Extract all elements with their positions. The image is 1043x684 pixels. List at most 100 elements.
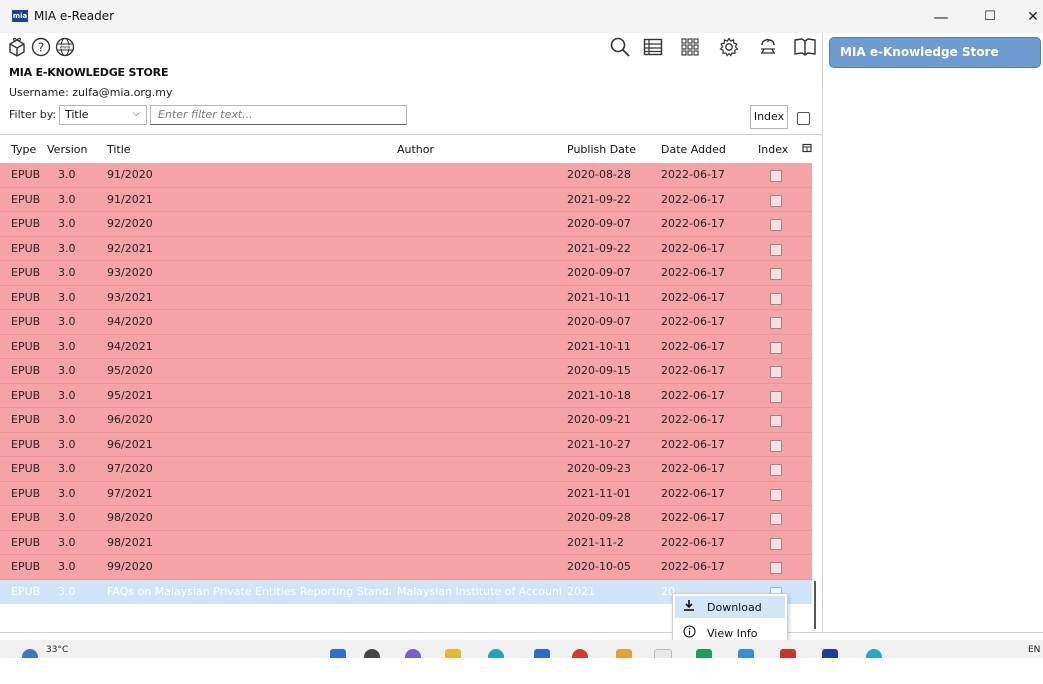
cell-date-added: 2022-06-17: [661, 560, 725, 573]
cell-date-added: 2022-06-17: [661, 437, 725, 451]
index-checkbox[interactable]: [770, 170, 782, 182]
cell-date-added: 2022-06-17: [661, 315, 725, 328]
table-row[interactable]: EPUB 3.0 98/2020 2020-09-28 2022-06-17: [0, 506, 812, 531]
column-header-type[interactable]: Type: [11, 143, 36, 156]
help-circle-icon[interactable]: ?: [30, 36, 52, 58]
table-row[interactable]: EPUB 3.0 94/2020 2020-09-07 2022-06-17: [0, 310, 812, 335]
cell-date-added: 2022-06-17: [661, 217, 725, 230]
list-view-icon[interactable]: [642, 36, 664, 58]
table-row[interactable]: EPUB 3.0 92/2021 2021-09-22 2022-06-17: [0, 236, 812, 261]
mia-reader-taskbar-icon[interactable]: [822, 649, 838, 658]
sync-user-icon[interactable]: [757, 36, 779, 58]
table-row[interactable]: EPUB 3.0 96/2021 2021-10-27 2022-06-17: [0, 432, 812, 457]
grid-view-icon[interactable]: [679, 36, 701, 58]
table-row[interactable]: EPUB 3.0 91/2021 2021-09-22 2022-06-17: [0, 187, 812, 212]
edge-browser-icon[interactable]: [488, 649, 504, 658]
scrollbar-thumb[interactable]: [814, 581, 816, 629]
weather-icon[interactable]: [22, 649, 38, 658]
table-header: Type Version Title Author Publish Date D…: [0, 134, 822, 165]
close-button[interactable]: ✕: [1010, 3, 1043, 31]
index-checkbox[interactable]: [770, 292, 782, 305]
cell-type: EPUB: [11, 315, 41, 328]
language-indicator[interactable]: EN: [1028, 645, 1040, 655]
filter-text-input[interactable]: Enter filter text...: [150, 105, 407, 125]
file-explorer-icon[interactable]: [445, 649, 461, 658]
index-checkbox[interactable]: [770, 464, 782, 476]
mail-app-icon[interactable]: [534, 649, 550, 658]
column-header-version[interactable]: Version: [47, 143, 87, 156]
table-body: EPUB 3.0 91/2020 2020-08-28 2022-06-17 EPUB 3.…: [0, 163, 812, 604]
cell-publish-date: 2021-10-11: [567, 290, 631, 304]
column-header-index[interactable]: Index: [758, 143, 788, 156]
calendar-app-icon[interactable]: [780, 649, 796, 658]
maximize-button[interactable]: ☐: [967, 3, 1013, 31]
knowledge-store-button[interactable]: MIA e-Knowledge Store: [829, 37, 1041, 68]
index-checkbox[interactable]: [770, 488, 782, 501]
cell-version: 3.0: [58, 315, 76, 328]
index-checkbox[interactable]: [770, 562, 782, 574]
app-taskbar-icon[interactable]: [405, 649, 421, 658]
table-row[interactable]: EPUB 3.0 99/2020 2020-10-05 2022-06-17: [0, 555, 812, 580]
photos-app-icon[interactable]: [616, 649, 632, 658]
index-checkbox[interactable]: [770, 390, 782, 403]
column-header-author[interactable]: Author: [397, 143, 434, 156]
cell-publish-date: 2020-09-07: [567, 266, 631, 279]
settings-gear-icon[interactable]: [718, 36, 740, 58]
cell-type: EPUB: [11, 535, 41, 549]
download-icon: [684, 600, 694, 611]
document-app-icon[interactable]: [654, 649, 672, 658]
index-checkbox[interactable]: [770, 268, 782, 280]
box-icon[interactable]: [6, 36, 28, 58]
cell-publish-date: 2021-11-2: [567, 535, 624, 549]
index-button[interactable]: Index: [750, 105, 788, 129]
search-icon[interactable]: [608, 35, 632, 59]
index-checkbox[interactable]: [770, 317, 782, 329]
window-title: MIA e-Reader: [34, 9, 115, 23]
index-checkbox[interactable]: [770, 243, 782, 256]
cell-title: 93/2021: [107, 290, 153, 304]
index-checkbox[interactable]: [770, 219, 782, 231]
filter-field-select[interactable]: Title ⌵: [59, 105, 147, 125]
index-checkbox[interactable]: [770, 415, 782, 427]
word-app-icon[interactable]: [738, 649, 754, 658]
excel-app-icon[interactable]: [696, 649, 712, 658]
chrome-browser-icon[interactable]: [572, 649, 588, 658]
table-row[interactable]: EPUB 3.0 91/2020 2020-08-28 2022-06-17: [0, 163, 812, 188]
minimize-button[interactable]: —: [918, 3, 964, 31]
vertical-scrollbar[interactable]: [812, 163, 822, 632]
table-row[interactable]: EPUB 3.0 94/2021 2021-10-11 2022-06-17: [0, 334, 812, 359]
table-row[interactable]: EPUB 3.0 93/2021 2021-10-11 2022-06-17: [0, 285, 812, 310]
table-row[interactable]: EPUB 3.0 93/2020 2020-09-07 2022-06-17: [0, 261, 812, 286]
index-checkbox[interactable]: [770, 366, 782, 378]
table-row[interactable]: EPUB 3.0 96/2020 2020-09-21 2022-06-17: [0, 408, 812, 433]
cell-publish-date: 2021-10-18: [567, 388, 631, 402]
table-row[interactable]: EPUB 3.0 97/2020 2020-09-23 2022-06-17: [0, 457, 812, 482]
index-checkbox[interactable]: [770, 513, 782, 525]
index-all-checkbox[interactable]: [797, 112, 810, 125]
index-checkbox[interactable]: [770, 537, 782, 550]
menu-item-download[interactable]: Download: [675, 596, 785, 618]
index-checkbox[interactable]: [770, 194, 782, 207]
column-header-publish-date[interactable]: Publish Date: [567, 143, 636, 156]
index-checkbox[interactable]: [770, 439, 782, 452]
book-icon[interactable]: [793, 36, 817, 58]
search-taskbar-icon[interactable]: [364, 649, 380, 658]
table-row[interactable]: EPUB 3.0 95/2021 2021-10-18 2022-06-17: [0, 383, 812, 408]
chevron-down-icon: ⌵: [132, 108, 140, 119]
table-row[interactable]: EPUB 3.0 98/2021 2021-11-2 2022-06-17: [0, 530, 812, 555]
table-row[interactable]: EPUB 3.0 97/2021 2021-11-01 2022-06-17: [0, 481, 812, 506]
column-header-date-added[interactable]: Date Added: [661, 143, 726, 156]
index-checkbox[interactable]: [770, 341, 782, 354]
column-header-title[interactable]: Title: [107, 143, 131, 156]
globe-www-icon[interactable]: www: [54, 36, 76, 58]
weather-temperature[interactable]: 33°C: [46, 645, 68, 655]
cell-type: EPUB: [11, 437, 41, 451]
table-row[interactable]: EPUB 3.0 95/2020 2020-09-15 2022-06-17: [0, 359, 812, 384]
table-row[interactable]: EPUB 3.0 92/2020 2020-09-07 2022-06-17: [0, 212, 812, 237]
cell-title: 93/2020: [107, 266, 153, 279]
cell-type: EPUB: [11, 241, 41, 255]
start-icon[interactable]: [330, 649, 346, 658]
column-options-icon[interactable]: [802, 143, 812, 153]
cell-title: 97/2021: [107, 486, 153, 500]
browser-taskbar-icon[interactable]: [866, 649, 882, 658]
